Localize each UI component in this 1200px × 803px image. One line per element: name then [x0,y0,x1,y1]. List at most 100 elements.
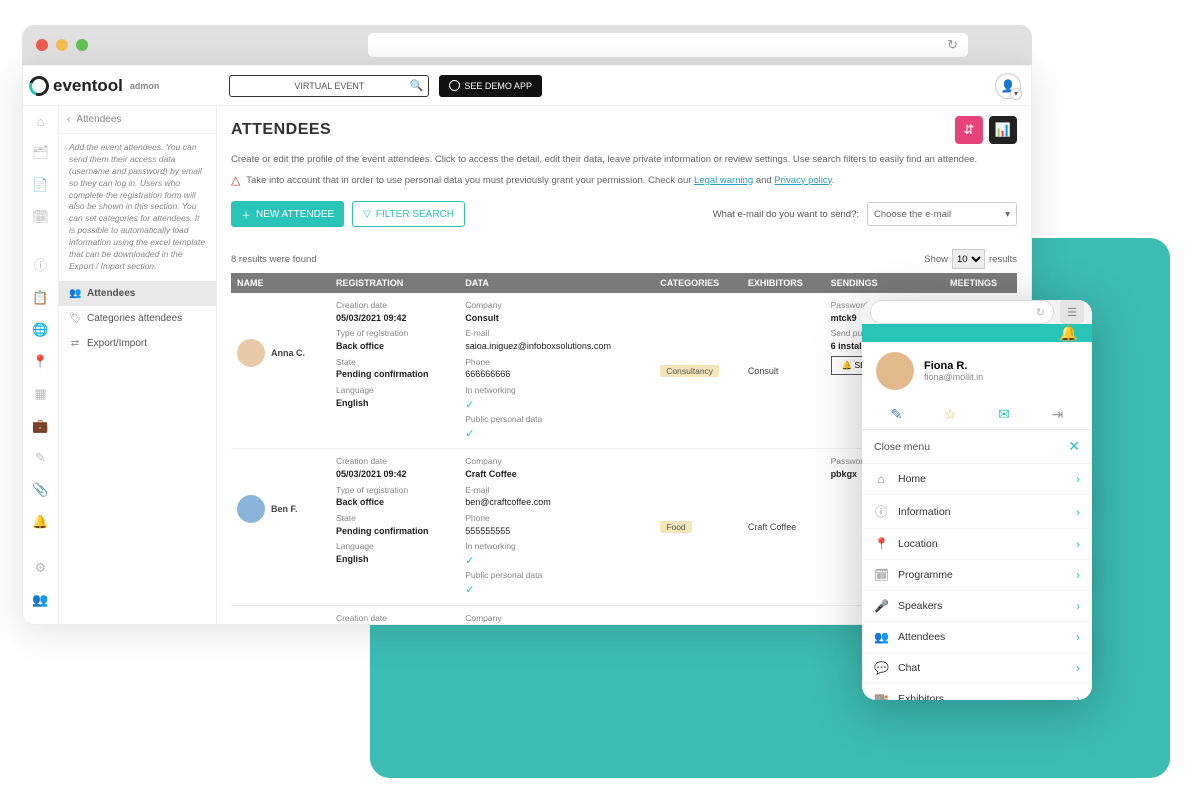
email-label: What e-mail do you want to send?: [713,209,859,220]
filter-search-button[interactable]: ▽ FILTER SEARCH [352,201,465,227]
minimize-window-icon[interactable] [56,39,68,51]
menu-item-label: Information [898,506,951,518]
rail-icon[interactable]: 📋 [32,290,48,306]
maximize-window-icon[interactable] [76,39,88,51]
page-description: Create or edit the profile of the event … [231,154,1017,165]
mobile-menu-item[interactable]: 🎤Speakers› [862,591,1092,622]
avatar [237,339,265,367]
logo-icon [26,72,53,99]
mobile-header: ↻ ☰ [862,300,1092,324]
edit-icon[interactable]: ✎ [891,406,903,423]
rail-icon[interactable]: 📍 [32,354,48,370]
new-attendee-button[interactable]: ＋ NEW ATTENDEE [231,201,344,227]
admin-header: eventool admon VIRTUAL EVENT 🔍 SEE DEMO … [23,66,1031,106]
sidebar-item-attendees[interactable]: 👥 Attendees [59,281,216,306]
mobile-preview: ↻ ☰ 🔔 Fiona R. fiona@mollit.in ✎ ☆ ✉ ⇥ C… [862,300,1092,700]
mail-icon[interactable]: ✉ [998,406,1010,423]
email-select[interactable]: Choose the e-mail▾ [867,202,1017,226]
mobile-menu-item[interactable]: 📍Location› [862,529,1092,560]
star-icon[interactable]: ☆ [944,406,957,423]
col-registration[interactable]: REGISTRATION [330,273,459,293]
rail-icon[interactable]: 📄 [32,177,48,193]
col-categories[interactable]: CATEGORIES [654,273,742,293]
sidebar-item-label: Export/Import [87,338,147,349]
browser-chrome: ↻ [22,25,1032,65]
col-meetings[interactable]: MEETINGS [944,273,1017,293]
header-search-value: VIRTUAL EVENT [294,81,364,91]
rail-attendees-icon[interactable]: 👥 [32,592,48,608]
rail-icon[interactable]: ▦ [34,386,46,402]
menu-item-icon: 🏬 [874,692,888,700]
rail-icon[interactable]: 💼 [32,418,48,434]
menu-item-label: Location [898,538,938,550]
see-demo-button[interactable]: SEE DEMO APP [439,75,542,97]
logo[interactable]: eventool admon [29,76,159,96]
results-count: 8 results were found [231,254,317,265]
logo-text: eventool [53,76,123,96]
tree-view-button[interactable]: ⇵ [955,116,983,144]
col-sendings[interactable]: SENDINGS [825,273,944,293]
mobile-close-menu[interactable]: Close menu ✕ [862,430,1092,464]
sidebar-item-categories[interactable]: 🏷 Categories attendees [59,306,216,331]
menu-item-label: Attendees [898,631,945,643]
search-icon[interactable]: 🔍 [410,79,424,92]
close-icon[interactable]: ✕ [1068,438,1080,455]
menu-item-label: Programme [898,569,953,581]
menu-item-icon: ⓘ [874,503,888,520]
page-title: ATTENDEES [231,121,331,139]
stats-button[interactable]: 📊 [989,116,1017,144]
mobile-search-input[interactable]: ↻ [870,300,1054,324]
close-window-icon[interactable] [36,39,48,51]
mobile-menu-item[interactable]: 🗓Programme› [862,560,1092,591]
privacy-link[interactable]: Privacy policy [774,175,831,186]
rail-icon[interactable]: ✎ [35,450,46,466]
attendee-name: Anna C. [271,348,305,358]
logo-subtitle: admon [130,81,160,91]
page-size-select[interactable]: 10 [952,249,985,269]
chevron-right-icon: › [1076,599,1080,613]
col-data[interactable]: DATA [459,273,654,293]
mobile-bell-bar[interactable]: 🔔 [862,324,1092,342]
warning-icon: △ [231,173,240,187]
rail-icon[interactable]: 📎 [32,482,48,498]
chevron-right-icon: › [1076,505,1080,519]
col-exhibitors[interactable]: EXHIBITORS [742,273,825,293]
menu-item-label: Chat [898,662,920,674]
rail-home-icon[interactable]: ⌂ [37,114,45,129]
sidebar: ‹ Attendees Add the event attendees. You… [59,106,217,624]
sidebar-item-export[interactable]: ⇄ Export/Import [59,331,216,356]
rail-icon[interactable]: 🗓 [32,209,49,225]
mobile-menu-item[interactable]: 🏬Exhibitors› [862,684,1092,700]
breadcrumb-label: Attendees [76,114,121,125]
rail-icon[interactable]: ⚙ [35,560,47,576]
rail-icon[interactable]: 🔔 [32,514,48,530]
mobile-menu-button[interactable]: ☰ [1060,300,1084,324]
mobile-user-name: Fiona R. [924,360,983,372]
rail-icon[interactable]: 🌐 [32,322,48,338]
show-label: Show [924,254,948,265]
menu-item-label: Exhibitors [898,693,944,700]
breadcrumb[interactable]: ‹ Attendees [59,106,216,134]
mobile-user-card[interactable]: Fiona R. fiona@mollit.in [862,342,1092,400]
menu-item-icon: 👥 [874,630,888,644]
chevron-right-icon: › [1076,472,1080,486]
icon-rail: ⌂ 🗂 📄 🗓 ⓘ 📋 🌐 📍 ▦ 💼 ✎ 📎 🔔 ⚙ 👥 🎫 ↔ [23,106,59,624]
mobile-menu-item[interactable]: ⓘ Information › [862,495,1092,529]
rail-icon[interactable]: 🗂 [32,145,49,161]
legal-link[interactable]: Legal warning [694,175,753,186]
user-menu-button[interactable]: 👤 [995,73,1021,99]
back-icon[interactable]: ‹ [67,114,70,125]
mobile-menu-item[interactable]: 💬Chat› [862,653,1092,684]
url-bar[interactable]: ↻ [368,33,968,57]
mobile-menu-item[interactable]: ⌂Home› [862,464,1092,495]
mobile-menu-item[interactable]: 👥Attendees› [862,622,1092,653]
rail-icon[interactable]: ⓘ [34,255,47,274]
logout-icon[interactable]: ⇥ [1051,406,1063,423]
header-search[interactable]: VIRTUAL EVENT 🔍 [229,75,429,97]
refresh-icon[interactable]: ↻ [1036,306,1045,319]
export-icon: ⇄ [69,338,81,349]
chevron-right-icon: › [1076,568,1080,582]
col-name[interactable]: NAME [231,273,330,293]
window-controls[interactable] [36,39,88,51]
tag-icon: 🏷 [69,313,81,324]
